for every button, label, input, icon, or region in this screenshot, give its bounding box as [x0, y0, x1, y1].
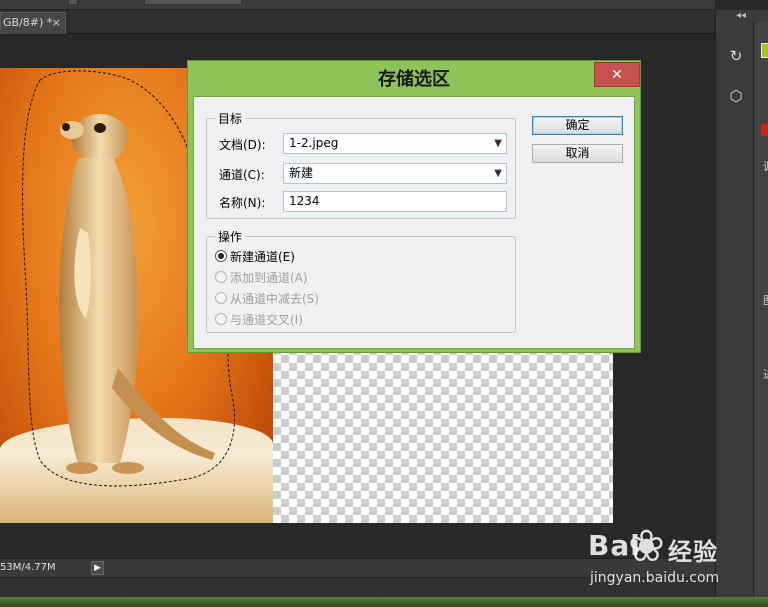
radio-label: 从通道中减去(S): [230, 292, 319, 306]
red-swatch[interactable]: [761, 124, 768, 136]
radio-label: 添加到通道(A): [230, 271, 308, 285]
operation-group: 操作 新建通道(E) 添加到通道(A) 从通道中减去(S) 与通道交叉(I): [206, 228, 516, 333]
radio-label: 新建通道(E): [230, 250, 295, 264]
ok-button[interactable]: 确定: [532, 116, 623, 135]
channel-select[interactable]: 新建 ▼: [283, 163, 507, 184]
paw-icon: ❀: [628, 521, 665, 572]
document-tab[interactable]: GB/8#) * ×: [0, 12, 66, 34]
3d-cube-icon[interactable]: ⬡: [724, 84, 748, 108]
panel-label-adjust[interactable]: 调: [763, 158, 768, 174]
close-icon[interactable]: ×: [52, 13, 61, 33]
panel-collapsed-column: [755, 22, 768, 597]
document-select[interactable]: 1-2.jpeg ▼: [283, 133, 507, 154]
document-tab-label: GB/8#) *: [3, 16, 53, 29]
channel-label: 通道(C):: [219, 168, 265, 182]
options-control[interactable]: [68, 0, 78, 5]
transparent-canvas: [273, 323, 613, 523]
panel-label-channels[interactable]: 进: [763, 366, 768, 382]
chevron-down-icon: ▼: [494, 138, 502, 149]
radio-button[interactable]: [215, 313, 227, 325]
name-label: 名称(N):: [219, 196, 266, 210]
status-menu-arrow-icon[interactable]: ▶: [91, 561, 104, 575]
dialog-title: 存储选区: [378, 69, 450, 90]
name-input[interactable]: 1234: [283, 191, 507, 212]
channel-select-value: 新建: [289, 166, 314, 180]
color-swatch[interactable]: [761, 43, 768, 58]
os-taskbar: [0, 597, 768, 607]
right-panel-dock: ◂◂ ↻ ⬡: [715, 10, 768, 597]
radio-button[interactable]: [215, 250, 227, 262]
close-icon[interactable]: ✕: [594, 62, 640, 87]
cancel-button[interactable]: 取消: [532, 144, 623, 163]
operation-legend: 操作: [215, 228, 246, 245]
options-dropdown[interactable]: [144, 0, 242, 5]
panel-label-layers[interactable]: 图: [763, 292, 768, 308]
options-bar: [0, 0, 715, 10]
document-select-value: 1-2.jpeg: [289, 136, 339, 150]
radio-label: 与通道交叉(I): [230, 313, 303, 327]
panel-icon-column: ↻ ⬡: [716, 22, 754, 597]
collapse-panels-icon[interactable]: ◂◂: [736, 10, 746, 21]
dialog-body: 目标 文档(D): 1-2.jpeg ▼ 通道(C): 新建 ▼ 名称(N): …: [193, 96, 635, 349]
document-size: 53M/4.77M: [0, 562, 56, 573]
radio-button[interactable]: [215, 271, 227, 283]
save-selection-dialog: 存储选区 ✕ 目标 文档(D): 1-2.jpeg ▼ 通道(C): 新建 ▼ …: [187, 60, 641, 353]
watermark-url: jingyan.baidu.com: [590, 570, 720, 586]
radio-button[interactable]: [215, 292, 227, 304]
destination-group: 目标 文档(D): 1-2.jpeg ▼ 通道(C): 新建 ▼ 名称(N): …: [206, 110, 516, 219]
chevron-down-icon: ▼: [494, 168, 502, 179]
history-icon[interactable]: ↻: [724, 44, 748, 68]
document-tab-strip: GB/8#) * ×: [0, 10, 715, 34]
baidu-watermark-logo: Bai ❀ 经验 jingyan.baidu.com: [588, 524, 728, 594]
watermark-brand-suffix: 经验: [668, 538, 718, 566]
document-label: 文档(D):: [219, 138, 266, 152]
destination-legend: 目标: [215, 110, 246, 127]
